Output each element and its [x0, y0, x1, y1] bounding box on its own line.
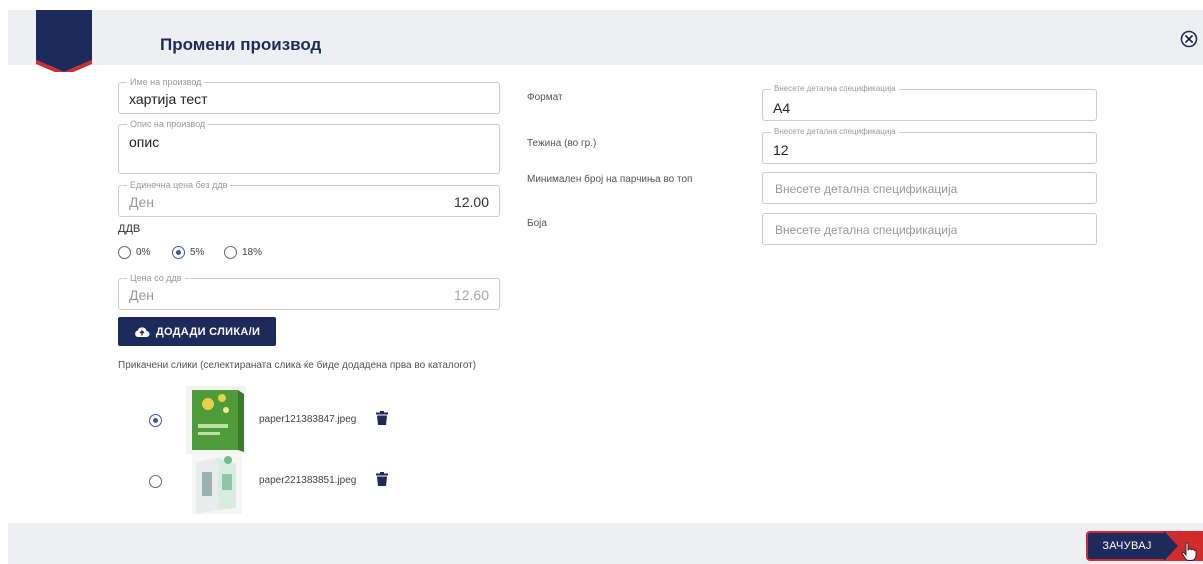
price-with-vat-currency: Ден — [129, 287, 154, 303]
price-with-vat-value: 12.60 — [453, 287, 489, 303]
spec-input-value: 12 — [773, 142, 789, 158]
price-with-vat-legend: Цена со ддв — [127, 272, 185, 284]
vat-option-5[interactable]: 5% — [172, 246, 204, 259]
trash-icon[interactable] — [376, 411, 388, 425]
cloud-upload-icon — [134, 326, 150, 337]
unit-price-field[interactable]: Единечна цена без ддв Ден 12.00 — [118, 179, 500, 217]
radio-button-selected[interactable] — [172, 246, 185, 259]
image-primary-radio[interactable] — [149, 475, 162, 488]
trash-icon[interactable] — [376, 472, 388, 486]
spec-label-min-pieces: Минимален број на парчиња во топ — [527, 174, 693, 185]
vat-option-label: 18% — [242, 247, 263, 258]
radio-button[interactable] — [118, 246, 131, 259]
vat-option-label: 0% — [136, 247, 151, 258]
product-description-legend: Опис на производ — [127, 118, 209, 130]
product-name-field[interactable]: Име на производ хартија тест — [118, 76, 500, 114]
attached-images-note: Прикачени слики (селектираната слика ќе … — [118, 360, 477, 371]
spec-label-weight: Тежина (во гр.) — [527, 138, 597, 149]
image-primary-radio-selected[interactable] — [149, 414, 162, 427]
unit-price-currency: Ден — [129, 194, 154, 210]
image-filename: paper121383847.jpeg — [259, 414, 357, 425]
spec-input-legend: Внесете детална спецификација — [771, 126, 899, 138]
bookmark-icon — [36, 10, 92, 72]
paper-product-thumbnail — [192, 452, 242, 514]
spec-input-format[interactable]: Внесете детална спецификација А4 — [762, 83, 1097, 121]
vat-option-0[interactable]: 0% — [118, 246, 150, 259]
spec-label-format: Формат — [527, 92, 563, 103]
spec-input-weight[interactable]: Внесете детална спецификација 12 — [762, 126, 1097, 164]
vat-option-label: 5% — [190, 247, 205, 258]
page-title: Промени производ — [160, 35, 322, 54]
spec-input-min-pieces[interactable]: Внесете детална спецификација — [762, 172, 1097, 204]
spec-input-placeholder: Внесете детална спецификација — [775, 182, 958, 196]
spec-input-legend: Внесете детална спецификација — [771, 83, 899, 95]
price-with-vat-field: Цена со ддв Ден 12.60 — [118, 272, 500, 310]
close-icon[interactable] — [1180, 30, 1198, 48]
product-description-field[interactable]: Опис на производ опис — [118, 118, 500, 174]
hand-pointer-icon — [1181, 542, 1197, 561]
vat-label: ДДВ — [118, 223, 141, 235]
unit-price-legend: Единечна цена без ддв — [127, 179, 231, 191]
image-filename: paper221383851.jpeg — [259, 475, 357, 486]
product-name-value: хартија тест — [129, 91, 208, 107]
product-name-legend: Име на производ — [127, 76, 205, 88]
save-label: ЗАЧУВАЈ — [1102, 540, 1152, 552]
add-images-button[interactable]: ДОДАДИ СЛИКА/И — [118, 317, 276, 346]
product-description-value: опис — [129, 134, 160, 150]
spec-input-value: А4 — [773, 100, 791, 116]
radio-button[interactable] — [224, 246, 237, 259]
vat-option-18[interactable]: 18% — [224, 246, 262, 259]
save-button[interactable]: ЗАЧУВАЈ — [1086, 531, 1166, 561]
spec-label-color: Боја — [527, 218, 547, 229]
paper-product-thumbnail — [186, 386, 246, 454]
unit-price-value: 12.00 — [453, 194, 489, 210]
footer-bar — [8, 523, 1203, 564]
spec-input-placeholder: Внесете детална спецификација — [775, 223, 958, 237]
add-images-label: ДОДАДИ СЛИКА/И — [155, 325, 261, 338]
spec-input-color[interactable]: Внесете детална спецификација — [762, 213, 1097, 245]
